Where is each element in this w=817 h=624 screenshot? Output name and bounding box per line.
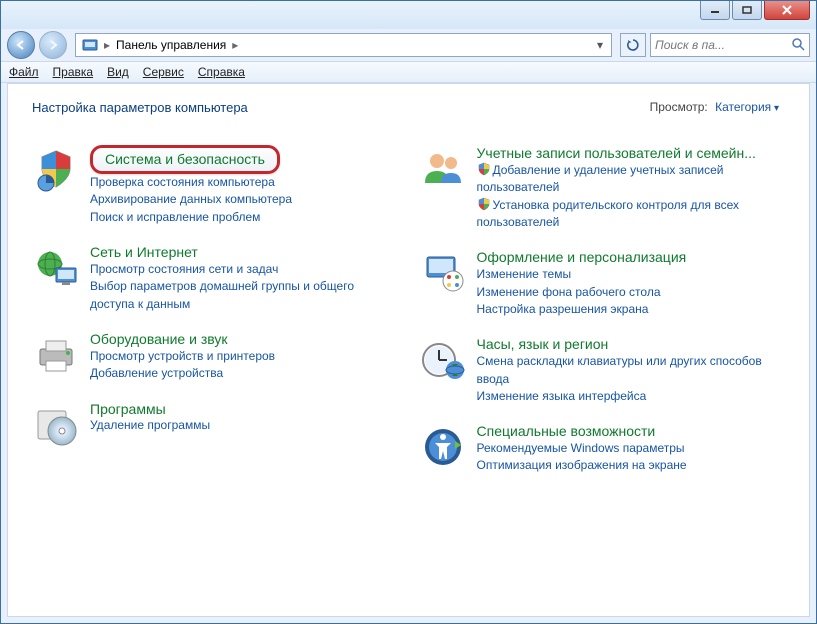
- close-button[interactable]: [764, 1, 810, 20]
- sublink-label: Просмотр состояния сети и задач: [90, 262, 278, 276]
- category-item: Учетные записи пользователей и семейн...…: [419, 145, 786, 231]
- menu-file[interactable]: Файл: [9, 65, 39, 79]
- category-item: ПрограммыУдаление программы: [32, 401, 399, 449]
- category-title-link[interactable]: Специальные возможности: [477, 423, 656, 440]
- navbar: ▸ Панель управления ▸ ▾ Поиск в па...: [1, 29, 816, 61]
- search-input[interactable]: Поиск в па...: [650, 33, 810, 57]
- search-icon: [791, 37, 805, 54]
- category-body: Часы, язык и регионСмена раскладки клави…: [477, 336, 786, 405]
- menu-tools[interactable]: Сервис: [143, 65, 184, 79]
- category-item: Оборудование и звукПросмотр устройств и …: [32, 331, 399, 383]
- category-item: Система и безопасностьПроверка состояния…: [32, 145, 399, 226]
- menu-view[interactable]: Вид: [107, 65, 129, 79]
- category-sublink[interactable]: Смена раскладки клавиатуры или других сп…: [477, 353, 786, 388]
- uac-shield-icon: [477, 197, 491, 211]
- category-body: Специальные возможностиРекомендуемые Win…: [477, 423, 786, 475]
- menu-help[interactable]: Справка: [198, 65, 245, 79]
- explorer-window: ▸ Панель управления ▸ ▾ Поиск в па... Фа…: [0, 0, 817, 624]
- menubar: Файл Правка Вид Сервис Справка: [1, 61, 816, 83]
- category-sublink[interactable]: Настройка разрешения экрана: [477, 301, 786, 318]
- sublink-label: Выбор параметров домашней группы и общег…: [90, 279, 354, 310]
- sublink-label: Добавление и удаление учетных записей по…: [477, 163, 724, 194]
- category-item: Оформление и персонализацияИзменение тем…: [419, 249, 786, 318]
- category-sublink[interactable]: Установка родительского контроля для все…: [477, 197, 786, 232]
- breadcrumb-arrow-icon[interactable]: ▸: [230, 38, 240, 52]
- category-sublink[interactable]: Удаление программы: [90, 417, 399, 434]
- category-title-link[interactable]: Часы, язык и регион: [477, 336, 609, 353]
- sublink-label: Оптимизация изображения на экране: [477, 458, 687, 472]
- view-selector: Просмотр: Категория: [650, 100, 779, 114]
- category-body: Учетные записи пользователей и семейн...…: [477, 145, 786, 231]
- address-dropdown-icon[interactable]: ▾: [591, 38, 609, 52]
- category-title-link[interactable]: Программы: [90, 401, 166, 418]
- sublink-label: Изменение темы: [477, 267, 572, 281]
- forward-button[interactable]: [39, 31, 67, 59]
- search-placeholder: Поиск в па...: [655, 38, 725, 52]
- content-pane: Настройка параметров компьютера Просмотр…: [7, 83, 810, 617]
- category-body: Сеть и ИнтернетПросмотр состояния сети и…: [90, 244, 399, 313]
- ease-access-icon[interactable]: [419, 423, 467, 471]
- minimize-button[interactable]: [700, 1, 730, 20]
- sublink-label: Просмотр устройств и принтеров: [90, 349, 275, 363]
- category-body: Оборудование и звукПросмотр устройств и …: [90, 331, 399, 383]
- sublink-label: Настройка разрешения экрана: [477, 302, 649, 316]
- category-sublink[interactable]: Изменение языка интерфейса: [477, 388, 786, 405]
- titlebar: [1, 1, 816, 29]
- categories-right-column: Учетные записи пользователей и семейн...…: [419, 145, 786, 493]
- category-sublink[interactable]: Изменение фона рабочего стола: [477, 284, 786, 301]
- hardware-printer-icon[interactable]: [32, 331, 80, 379]
- sublink-label: Добавление устройства: [90, 366, 223, 380]
- appearance-icon[interactable]: [419, 249, 467, 297]
- breadcrumb-root[interactable]: Панель управления: [112, 38, 230, 52]
- category-sublink[interactable]: Проверка состояния компьютера: [90, 174, 399, 191]
- control-panel-icon: [82, 37, 98, 53]
- categories-left-column: Система и безопасностьПроверка состояния…: [32, 145, 399, 493]
- category-sublink[interactable]: Просмотр устройств и принтеров: [90, 348, 399, 365]
- clock-region-icon[interactable]: [419, 336, 467, 384]
- category-title-link[interactable]: Оформление и персонализация: [477, 249, 687, 266]
- category-item: Сеть и ИнтернетПросмотр состояния сети и…: [32, 244, 399, 313]
- uac-shield-icon: [477, 162, 491, 176]
- category-sublink[interactable]: Рекомендуемые Windows параметры: [477, 440, 786, 457]
- view-label: Просмотр:: [650, 100, 708, 114]
- category-sublink[interactable]: Оптимизация изображения на экране: [477, 457, 786, 474]
- category-sublink[interactable]: Просмотр состояния сети и задач: [90, 261, 399, 278]
- user-accounts-icon[interactable]: [419, 145, 467, 193]
- view-dropdown[interactable]: Категория: [715, 100, 779, 114]
- address-bar[interactable]: ▸ Панель управления ▸ ▾: [75, 33, 612, 57]
- category-title-link[interactable]: Учетные записи пользователей и семейн...: [477, 145, 756, 162]
- sublink-label: Рекомендуемые Windows параметры: [477, 441, 685, 455]
- category-sublink[interactable]: Изменение темы: [477, 266, 786, 283]
- category-item: Часы, язык и регионСмена раскладки клави…: [419, 336, 786, 405]
- sublink-label: Поиск и исправление проблем: [90, 210, 260, 224]
- sublink-label: Смена раскладки клавиатуры или других сп…: [477, 354, 762, 385]
- sublink-label: Установка родительского контроля для все…: [477, 198, 740, 229]
- category-body: Оформление и персонализацияИзменение тем…: [477, 249, 786, 318]
- network-globe-icon[interactable]: [32, 244, 80, 292]
- category-sublink[interactable]: Добавление устройства: [90, 365, 399, 382]
- sublink-label: Архивирование данных компьютера: [90, 192, 292, 206]
- menu-edit[interactable]: Правка: [53, 65, 94, 79]
- security-shield-icon[interactable]: [32, 145, 80, 193]
- category-sublink[interactable]: Архивирование данных компьютера: [90, 191, 399, 208]
- category-title-link[interactable]: Оборудование и звук: [90, 331, 228, 348]
- sublink-label: Удаление программы: [90, 418, 210, 432]
- refresh-button[interactable]: [620, 33, 646, 57]
- breadcrumb-arrow-icon: ▸: [102, 38, 112, 52]
- sublink-label: Изменение фона рабочего стола: [477, 285, 661, 299]
- category-item: Специальные возможностиРекомендуемые Win…: [419, 423, 786, 475]
- category-body: Система и безопасностьПроверка состояния…: [90, 145, 399, 226]
- maximize-button[interactable]: [732, 1, 762, 20]
- back-button[interactable]: [7, 31, 35, 59]
- sublink-label: Изменение языка интерфейса: [477, 389, 647, 403]
- category-sublink[interactable]: Выбор параметров домашней группы и общег…: [90, 278, 399, 313]
- category-sublink[interactable]: Добавление и удаление учетных записей по…: [477, 162, 786, 197]
- programs-disc-icon[interactable]: [32, 401, 80, 449]
- category-title-link[interactable]: Сеть и Интернет: [90, 244, 198, 261]
- sublink-label: Проверка состояния компьютера: [90, 175, 275, 189]
- category-body: ПрограммыУдаление программы: [90, 401, 399, 449]
- category-sublink[interactable]: Поиск и исправление проблем: [90, 209, 399, 226]
- category-title-link[interactable]: Система и безопасность: [90, 145, 280, 174]
